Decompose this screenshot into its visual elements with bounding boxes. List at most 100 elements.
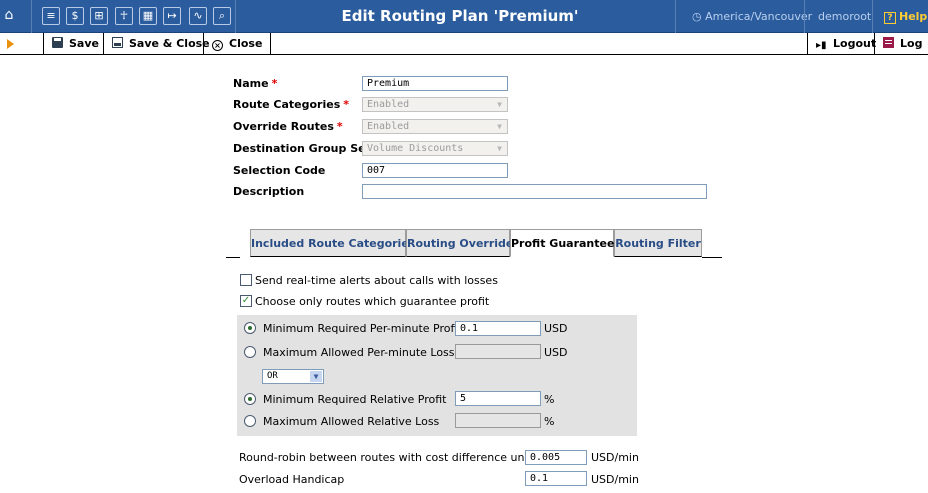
search-icon[interactable]: ⌕ (213, 7, 231, 25)
timezone-link[interactable]: ◷ America/Vancouver (692, 0, 812, 33)
tab-routing-override[interactable]: Routing Override (406, 229, 513, 257)
min-relative-label: Minimum Required Relative Profit (263, 393, 447, 406)
operator-select[interactable]: OR ▼ (262, 369, 324, 384)
max-relative-unit: % (544, 415, 555, 428)
selection-code-label: Selection Code (233, 164, 326, 177)
choose-routes-label: Choose only routes which guarantee profi… (255, 295, 490, 308)
send-alerts-checkbox[interactable] (240, 274, 252, 286)
dollar-icon[interactable]: $ (66, 7, 84, 25)
person-icon[interactable]: ☥ (115, 7, 133, 25)
save-close-button[interactable]: Save & Close (104, 33, 210, 55)
min-relative-input[interactable]: 5 (455, 391, 541, 406)
overload-handicap-unit: USD/min (591, 473, 639, 486)
override-routes-select[interactable]: Enabled ▼ (362, 119, 508, 134)
min-per-minute-radio[interactable] (244, 322, 256, 334)
help-icon: ? (884, 12, 896, 24)
round-robin-label: Round-robin between routes with cost dif… (239, 451, 543, 464)
description-label: Description (233, 185, 305, 198)
save-close-label: Save & Close (129, 37, 210, 50)
close-button[interactable]: × Close (204, 33, 271, 55)
exit-icon[interactable]: ↦ (163, 7, 181, 25)
logout-button[interactable]: ▸▮ Logout (807, 33, 877, 55)
min-relative-unit: % (544, 393, 555, 406)
grid-icon[interactable]: ⊞ (90, 7, 108, 25)
min-per-minute-label: Minimum Required Per-minute Profit (263, 322, 462, 335)
selection-code-input[interactable]: 007 (362, 163, 508, 178)
save-button[interactable]: Save (44, 33, 104, 55)
separator (31, 0, 32, 33)
required-mark: * (343, 98, 350, 111)
operator-value: OR (267, 371, 278, 381)
user-link[interactable]: demoroot (818, 0, 871, 33)
separator (235, 0, 236, 33)
tab-baseline (226, 257, 240, 258)
required-mark: * (271, 77, 278, 90)
overload-handicap-input[interactable]: 0.1 (525, 471, 587, 486)
toolbar-menu-toggle[interactable] (0, 33, 44, 55)
help-label: Help (899, 10, 928, 23)
max-relative-radio[interactable] (244, 415, 256, 427)
chevron-down-icon: ▼ (497, 122, 502, 131)
route-categories-value: Enabled (367, 99, 410, 110)
max-per-minute-label: Maximum Allowed Per-minute Loss (263, 346, 455, 359)
name-label: Name * (233, 77, 277, 90)
save-close-icon (112, 37, 123, 48)
log-icon (883, 37, 894, 48)
top-navigation-bar: ⌂ ≡ $ ⊞ ☥ ▦ ↦ ∿ ⌕ Edit Routing Plan 'Pre… (0, 0, 928, 33)
send-alerts-label: Send real-time alerts about calls with l… (255, 274, 498, 287)
overload-handicap-label: Overload Handicap (239, 473, 345, 486)
clock-icon: ◷ (692, 10, 702, 23)
chevron-down-icon: ▼ (310, 371, 322, 382)
destination-group-set-label-text: Destination Group Set (233, 142, 371, 155)
home-icon[interactable]: ⌂ (0, 7, 18, 25)
max-relative-input[interactable] (455, 413, 541, 428)
max-relative-label: Maximum Allowed Relative Loss (263, 415, 440, 428)
route-categories-label-text: Route Categories (233, 98, 341, 111)
choose-routes-checkbox[interactable]: ✓ (240, 295, 252, 307)
chart-icon[interactable]: ∿ (189, 7, 207, 25)
destination-group-set-label: Destination Group Set* (233, 142, 380, 155)
min-per-minute-input[interactable]: 0.1 (455, 321, 541, 336)
round-robin-input[interactable]: 0.005 (525, 450, 587, 465)
round-robin-unit: USD/min (591, 451, 639, 464)
override-routes-label-text: Override Routes (233, 120, 334, 133)
override-routes-value: Enabled (367, 121, 410, 132)
destination-group-set-value: Volume Discounts (367, 143, 464, 154)
route-categories-select[interactable]: Enabled ▼ (362, 97, 508, 112)
name-input[interactable]: Premium (362, 76, 508, 91)
close-icon: × (212, 40, 223, 51)
tab-routing-filter[interactable]: Routing Filter (614, 229, 702, 257)
tab-profit-guarantee[interactable]: Profit Guarantee (510, 229, 614, 257)
required-mark: * (336, 120, 343, 133)
dashboard-icon[interactable]: ▦ (139, 7, 157, 25)
action-toolbar: Save Save & Close × Close ▸▮ Logout Log (0, 33, 928, 55)
chevron-down-icon: ▼ (497, 144, 502, 153)
tab-baseline (702, 257, 722, 258)
logout-icon: ▸▮ (816, 40, 827, 51)
timezone-label: America/Vancouver (705, 10, 813, 23)
name-label-text: Name (233, 77, 269, 90)
log-label: Log (900, 37, 923, 50)
min-relative-radio[interactable] (244, 393, 256, 405)
separator (804, 0, 805, 33)
page-title: Edit Routing Plan 'Premium' (341, 7, 579, 25)
route-categories-label: Route Categories * (233, 98, 349, 111)
log-button[interactable]: Log (875, 33, 928, 55)
destination-group-set-select[interactable]: Volume Discounts ▼ (362, 141, 508, 156)
separator (675, 0, 676, 33)
override-routes-label: Override Routes * (233, 120, 343, 133)
min-per-minute-unit: USD (544, 322, 568, 335)
logout-label: Logout (833, 37, 877, 50)
separator (872, 0, 873, 33)
list-icon[interactable]: ≡ (42, 7, 60, 25)
help-link[interactable]: ? Help (884, 0, 927, 33)
chevron-down-icon: ▼ (497, 100, 502, 109)
save-label: Save (69, 37, 99, 50)
description-input[interactable] (362, 184, 707, 199)
play-arrow-icon (7, 39, 14, 49)
max-per-minute-unit: USD (544, 346, 568, 359)
max-per-minute-input[interactable] (455, 344, 541, 359)
tab-included-route-categories[interactable]: Included Route Categories (250, 229, 415, 257)
max-per-minute-radio[interactable] (244, 346, 256, 358)
save-icon (52, 37, 63, 48)
